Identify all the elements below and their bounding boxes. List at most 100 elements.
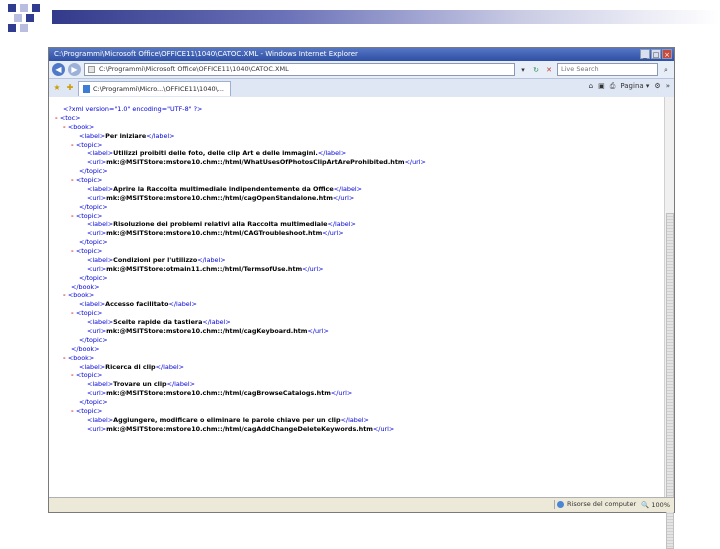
xml-tag: </label> xyxy=(168,300,197,309)
xml-line[interactable]: - <topic> xyxy=(71,212,102,220)
xml-line[interactable]: - <book> xyxy=(63,122,95,131)
deco-square xyxy=(20,24,28,32)
stop-icon[interactable]: ✕ xyxy=(544,65,554,75)
xml-text: Aprire la Raccolta multimediale indipend… xyxy=(113,184,334,193)
xml-line[interactable]: - <book> xyxy=(63,354,94,362)
xml-line: <label>Condizioni per l'utilizzo</label> xyxy=(87,256,226,264)
xml-line: <url>mk:@MSITStore:mstore10.chm::/html/c… xyxy=(87,425,394,433)
xml-line[interactable]: - <topic> xyxy=(71,309,103,318)
xml-tag: <topic> xyxy=(75,247,103,256)
xml-tag: <topic> xyxy=(75,140,103,149)
xml-line[interactable]: - <book> xyxy=(63,291,95,300)
deco-square xyxy=(20,4,28,12)
add-favorite-icon[interactable]: ✚ xyxy=(65,83,75,93)
xml-tag: <topic> xyxy=(75,371,103,380)
xml-tag: <book> xyxy=(67,291,95,300)
xml-tag: </label> xyxy=(146,131,175,140)
xml-tag: <topic> xyxy=(75,176,103,185)
xml-line: </topic> xyxy=(79,167,108,175)
deco-square xyxy=(8,24,16,32)
vertical-scrollbar[interactable] xyxy=(664,97,674,549)
xml-line: </book> xyxy=(71,345,99,353)
xml-line[interactable]: - <topic> xyxy=(71,371,103,380)
xml-tag: </book> xyxy=(71,344,100,353)
xml-text: mk:@MSITStore:otmain11.chm::/html/Termso… xyxy=(106,264,303,273)
deco-square xyxy=(14,14,22,22)
back-arrow-icon: ◀ xyxy=(55,65,62,74)
dropdown-arrow-icon[interactable]: ▾ xyxy=(518,65,528,75)
xml-line: <url>mk:@MSITStore:mstore10.chm::/html/c… xyxy=(87,389,352,397)
xml-line[interactable]: - <topic> xyxy=(71,140,103,149)
print-icon[interactable]: ⎙ xyxy=(610,82,616,91)
minimize-button[interactable]: _ xyxy=(640,49,650,59)
search-icon[interactable]: ⌕ xyxy=(661,65,671,75)
xml-line: </book> xyxy=(71,283,99,291)
back-button[interactable]: ◀ xyxy=(52,63,65,76)
xml-text: mk:@MSITStore:mstore10.chm::/html/WhatUs… xyxy=(106,158,405,167)
chevron-right-icon[interactable]: » xyxy=(666,82,670,91)
xml-line: <label>Trovare un clip</label> xyxy=(87,380,195,388)
browser-window: C:\Programmi\Microsoft Office\OFFICE11\1… xyxy=(48,47,675,549)
xml-tag: </topic> xyxy=(79,202,108,211)
deco-square xyxy=(8,4,16,12)
xml-tag: </url> xyxy=(330,389,353,398)
deco-gradient-bar xyxy=(52,10,720,24)
xml-text: mk:@MSITStore:mstore10.chm::/html/cagBro… xyxy=(106,389,331,398)
search-input[interactable]: Live Search xyxy=(557,63,658,76)
xml-line: <label>Aggiungere, modificare o eliminar… xyxy=(87,416,369,424)
xml-line[interactable]: - <toc> xyxy=(55,114,81,122)
xml-line[interactable]: - <topic> xyxy=(71,247,103,256)
command-bar: ⌂ ▣ ⎙ Pagina ▾ ⚙ » xyxy=(589,82,670,91)
address-bar[interactable]: C:\Programmi\Microsoft Office\OFFICE11\1… xyxy=(84,63,515,76)
xml-tag: </label> xyxy=(333,184,363,193)
security-zone[interactable]: Risorse del computer xyxy=(554,500,636,509)
xml-tag: </url> xyxy=(302,264,324,273)
deco-square xyxy=(26,14,34,22)
xml-tag: </label> xyxy=(197,255,226,264)
address-url: C:\Programmi\Microsoft Office\OFFICE11\1… xyxy=(99,65,289,73)
zoom-level[interactable]: 🔍 100% xyxy=(641,498,670,512)
xml-tag: </url> xyxy=(307,327,329,335)
xml-line: <?xml version="1.0" encoding="UTF-8" ?> xyxy=(63,105,202,113)
xml-tag: </label> xyxy=(340,415,369,424)
page-icon xyxy=(88,66,95,73)
tab-label: C:\Programmi\Micro...\OFFICE11\1040\... xyxy=(93,84,224,93)
forward-arrow-icon: ▶ xyxy=(71,65,78,74)
xml-tag: <label> xyxy=(79,131,106,140)
xml-tag: <label> xyxy=(87,318,114,327)
tab-catoc[interactable]: C:\Programmi\Micro...\OFFICE11\1040\... xyxy=(78,80,231,96)
xml-tag: <book> xyxy=(67,122,95,131)
refresh-icon[interactable]: ↻ xyxy=(531,65,541,75)
xml-line: </topic> xyxy=(79,203,108,211)
xml-line[interactable]: - <topic> xyxy=(71,407,102,415)
xml-tag: <topic> xyxy=(75,309,103,318)
computer-zone-icon xyxy=(557,501,564,508)
tools-icon[interactable]: ⚙ xyxy=(654,82,660,91)
xml-text: Trovare un clip xyxy=(113,380,167,389)
xml-tag: <label> xyxy=(87,184,114,193)
page-menu-button[interactable]: Pagina ▾ xyxy=(620,82,649,91)
xml-line[interactable]: - <topic> xyxy=(71,176,103,185)
home-icon[interactable]: ⌂ xyxy=(589,82,593,91)
xml-text: mk:@MSITStore:mstore10.chm::/html/cagOpe… xyxy=(106,193,333,202)
forward-button[interactable]: ▶ xyxy=(68,63,81,76)
feeds-icon[interactable]: ▣ xyxy=(598,82,605,91)
maximize-button[interactable]: □ xyxy=(651,49,661,59)
xml-tag: </topic> xyxy=(79,273,108,282)
xml-text: Condizioni per l'utilizzo xyxy=(113,255,198,264)
xml-tag: <label> xyxy=(79,300,106,309)
xml-tag: </url> xyxy=(404,158,426,167)
xml-tag: </label> xyxy=(327,220,356,229)
xml-line: <label>Ricerca di clip</label> xyxy=(79,363,184,371)
xml-tag: </topic> xyxy=(79,238,108,247)
xml-text: Scelte rapide da tastiera xyxy=(113,318,203,327)
xml-tag: </book> xyxy=(71,282,100,291)
xml-tag: </url> xyxy=(332,193,355,202)
xml-tag: <url> xyxy=(87,424,107,433)
xml-line: </topic> xyxy=(79,336,108,344)
window-titlebar[interactable]: C:\Programmi\Microsoft Office\OFFICE11\1… xyxy=(49,48,674,61)
favorites-star-icon[interactable]: ★ xyxy=(52,83,62,93)
close-button[interactable]: × xyxy=(662,49,672,59)
ie-page-icon xyxy=(83,84,90,93)
xml-line: <url>mk:@MSITStore:otmain11.chm::/html/T… xyxy=(87,265,324,273)
